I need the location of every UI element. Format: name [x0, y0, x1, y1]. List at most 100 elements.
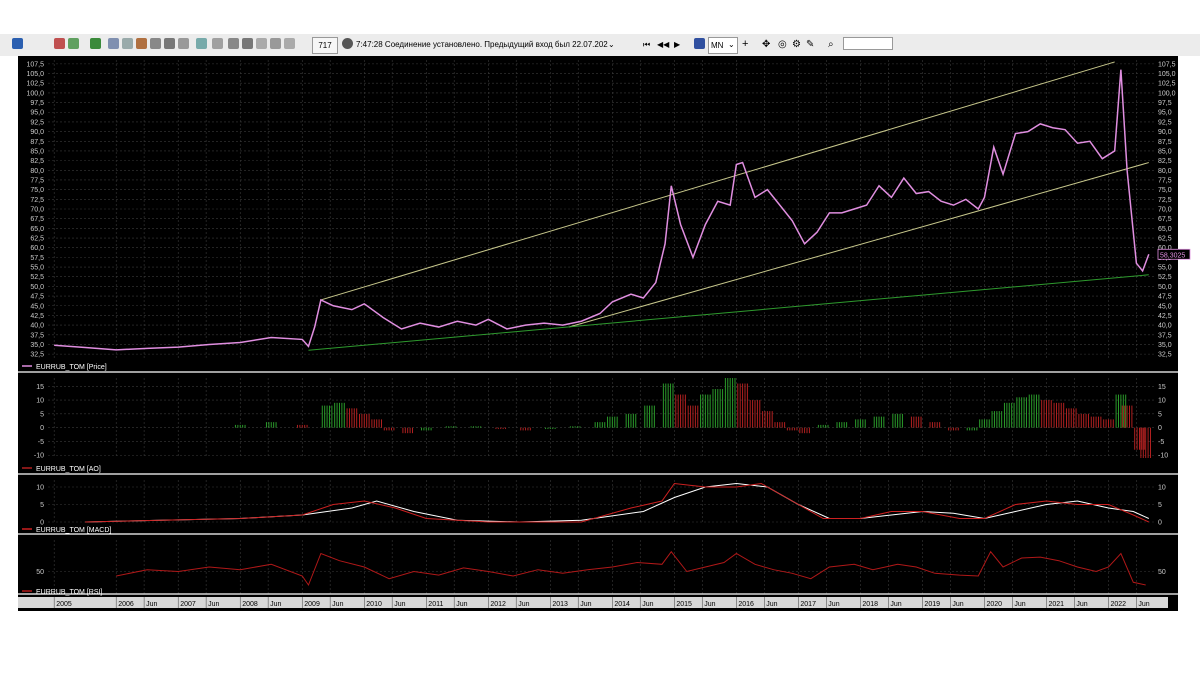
chart-type-icon[interactable] — [694, 38, 705, 49]
target-icon[interactable]: ◎ — [778, 37, 787, 52]
y-tick-label-right: 85,0 — [1158, 148, 1172, 155]
arrow-icon[interactable] — [54, 38, 65, 49]
info-icon[interactable] — [196, 38, 207, 49]
y-tick-label-left: 5 — [40, 502, 44, 509]
time-tick-label: 2020 — [986, 601, 1002, 608]
hand-icon[interactable] — [228, 38, 239, 49]
zoom-icon[interactable] — [164, 38, 175, 49]
connect-icon[interactable] — [68, 38, 79, 49]
y-tick-label-right: 15 — [1158, 384, 1166, 391]
y-tick-label-left: 10 — [36, 398, 44, 405]
y-tick-label-left: 90,0 — [30, 129, 44, 136]
y-tick-label-left: 32,5 — [30, 352, 44, 359]
pencil-icon[interactable]: ✎ — [806, 37, 814, 52]
time-tick-label: Jun — [890, 601, 901, 608]
price-panel-label: EURRUB_TOM [Price] — [36, 364, 107, 371]
tool-icon[interactable] — [256, 38, 267, 49]
y-tick-label-left: 82,5 — [30, 158, 44, 165]
window-icon[interactable] — [108, 38, 119, 49]
y-tick-label-left: 40,0 — [30, 323, 44, 330]
search-input[interactable] — [843, 37, 893, 50]
rsi-panel-label: EURRUB_TOM [RSI] — [36, 589, 102, 596]
text-icon[interactable] — [242, 38, 253, 49]
time-tick-label: Jun — [518, 601, 529, 608]
nav-first-button[interactable]: ⏮ — [643, 37, 650, 52]
time-axis: 2005 2006 Jun 2007 Jun 2008 Jun 2009 Jun 2010 Jun 2… — [18, 597, 1168, 608]
y-tick-label-right: 50,0 — [1158, 284, 1172, 291]
time-tick-label: 2013 — [552, 601, 568, 608]
y-tick-label-left: 52,5 — [30, 274, 44, 281]
y-tick-label-left: 15 — [36, 384, 44, 391]
settings-icon[interactable]: ⚙ — [792, 37, 801, 52]
status-dropdown-chevron-icon[interactable]: ⌄ — [608, 37, 615, 52]
table-icon[interactable] — [122, 38, 133, 49]
y-tick-label-left: -10 — [34, 453, 44, 460]
print-icon[interactable] — [270, 38, 281, 49]
time-tick-label: Jun — [1138, 601, 1149, 608]
y-tick-label-left: 0 — [40, 425, 44, 432]
time-tick-label: 2022 — [1110, 601, 1126, 608]
app-logo-icon — [12, 38, 23, 49]
y-tick-label-right: 72,5 — [1158, 197, 1172, 204]
y-tick-label-right: 80,0 — [1158, 168, 1172, 175]
y-tick-label-right: 100,0 — [1158, 90, 1176, 97]
refresh-icon[interactable] — [90, 38, 101, 49]
y-tick-label-right: 32,5 — [1158, 352, 1172, 359]
y-tick-label-right: 102,5 — [1158, 81, 1176, 88]
nav-prev-button[interactable]: ◀◀ — [657, 37, 669, 52]
grid-icon[interactable] — [178, 38, 189, 49]
y-tick-label-right: -5 — [1158, 439, 1164, 446]
time-tick-label: Jun — [704, 601, 715, 608]
y-tick-label-right: 0 — [1158, 425, 1162, 432]
y-tick-label-left: 107,5 — [26, 61, 44, 68]
y-tick-label-left: 67,5 — [30, 216, 44, 223]
ao-panel-label: EURRUB_TOM [AO] — [36, 466, 101, 473]
y-tick-label-right: 37,5 — [1158, 332, 1172, 339]
time-tick-label: Jun — [270, 601, 281, 608]
copy-icon[interactable] — [284, 38, 295, 49]
y-tick-label-right: 10 — [1158, 485, 1166, 492]
y-tick-label-right: 65,0 — [1158, 226, 1172, 233]
y-tick-label-left: 72,5 — [30, 197, 44, 204]
timeframe-chevron-icon[interactable]: ⌄ — [728, 37, 735, 52]
y-tick-label-left: 35,0 — [30, 342, 44, 349]
y-tick-label-left: 95,0 — [30, 110, 44, 117]
move-icon[interactable]: ✥ — [762, 37, 770, 52]
y-tick-label-left: 75,0 — [30, 187, 44, 194]
y-tick-label-left: 57,5 — [30, 255, 44, 262]
macd-panel-label: EURRUB_TOM [MACD] — [36, 527, 111, 534]
y-tick-label-right: 97,5 — [1158, 100, 1172, 107]
counter-box: 717 — [312, 37, 338, 54]
time-tick-label: Jun — [456, 601, 467, 608]
time-tick-label: Jun — [828, 601, 839, 608]
y-tick-label-right: 45,0 — [1158, 303, 1172, 310]
time-tick-label: Jun — [1014, 601, 1025, 608]
time-tick-label: Jun — [394, 601, 405, 608]
y-tick-label-left: 60,0 — [30, 245, 44, 252]
chart-area: 107,5 107,5 105,0 105,0 102,5 102,5 100,0 100,0… — [0, 56, 1200, 611]
y-tick-label-left: 62,5 — [30, 236, 44, 243]
y-tick-label-left: 47,5 — [30, 294, 44, 301]
time-tick-label: Jun — [146, 601, 157, 608]
search-icon[interactable]: ⌕ — [828, 37, 834, 52]
time-tick-label: 2021 — [1048, 601, 1064, 608]
y-tick-label-left: 70,0 — [30, 207, 44, 214]
chart-icon[interactable] — [136, 38, 147, 49]
y-tick-label-right: 40,0 — [1158, 323, 1172, 330]
crosshair-icon[interactable]: + — [742, 37, 748, 52]
y-tick-label-right: 90,0 — [1158, 129, 1172, 136]
y-tick-label-left: 45,0 — [30, 303, 44, 310]
chart-svg[interactable]: 107,5 107,5 105,0 105,0 102,5 102,5 100,0 100,0… — [0, 56, 1200, 611]
help-icon[interactable] — [212, 38, 223, 49]
time-tick-label: 2017 — [800, 601, 816, 608]
time-tick-label: Jun — [580, 601, 591, 608]
time-tick-label: Jun — [1076, 601, 1087, 608]
time-tick-label: 2007 — [180, 601, 196, 608]
y-tick-label-left: 5 — [40, 411, 44, 418]
time-tick-label: 2009 — [304, 601, 320, 608]
y-tick-label-left: 0 — [40, 520, 44, 527]
list-icon[interactable] — [150, 38, 161, 49]
y-tick-label-right: 75,0 — [1158, 187, 1172, 194]
time-tick-label: 2018 — [862, 601, 878, 608]
nav-next-button[interactable]: ▶ — [674, 37, 680, 52]
